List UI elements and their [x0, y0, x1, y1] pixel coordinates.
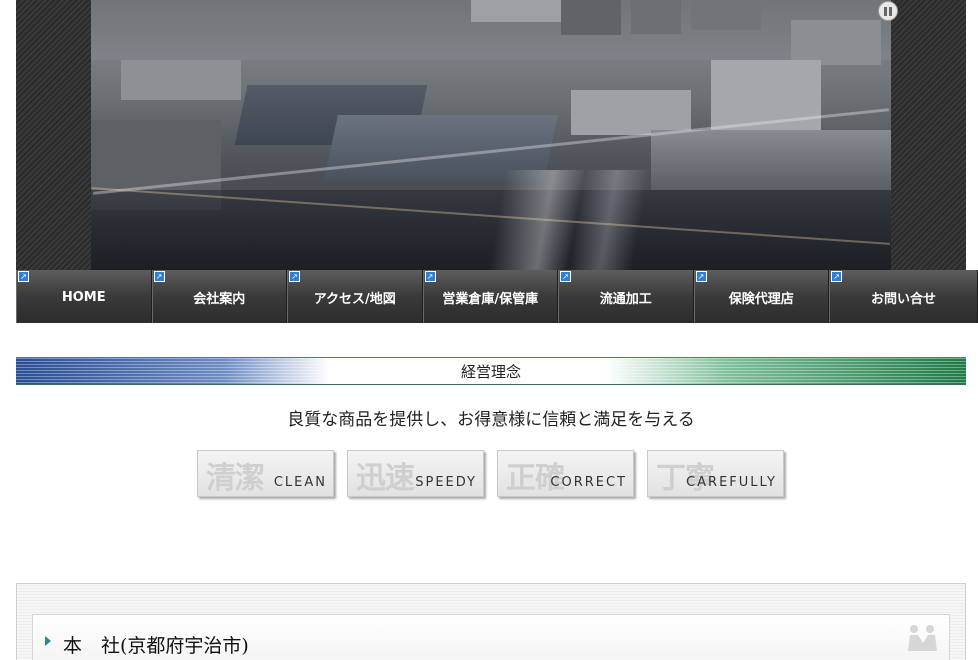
hero-banner — [16, 0, 966, 270]
arrow-icon: ↗ — [18, 271, 29, 282]
philosophy-title: 経営理念 — [460, 363, 521, 381]
value-english: CORRECT — [550, 475, 627, 490]
nav-item-label: アクセス/地図 — [313, 292, 396, 307]
value-badge-speedy: 迅速 SPEEDY — [347, 450, 484, 497]
value-english: CAREFULLY — [686, 475, 777, 490]
bullet-icon — [45, 636, 51, 646]
nav-item-company[interactable]: ↗ 会社案内 — [151, 270, 287, 323]
arrow-icon: ↗ — [289, 271, 300, 282]
nav-item-warehouse[interactable]: ↗ 営業倉庫/保管庫 — [422, 270, 558, 323]
arrow-icon: ↗ — [831, 271, 842, 282]
value-english: CLEAN — [273, 475, 327, 490]
nav-item-label: お問い合せ — [870, 292, 936, 307]
value-kanji: 迅速 — [356, 461, 415, 496]
arrow-icon: ↗ — [424, 271, 436, 282]
values-list: 清潔 CLEAN 迅速 SPEEDY 正確 CORRECT 丁寧 CAREFUL… — [197, 450, 784, 497]
arrow-icon: ↗ — [153, 271, 165, 282]
nav-item-processing[interactable]: ↗ 流通加工 — [558, 270, 694, 323]
nav-item-label: HOME — [61, 290, 106, 305]
main-nav: ↗ HOME ↗ 会社案内 ↗ アクセス/地図 ↗ 営業倉庫/保管庫 ↗ 流通加… — [16, 270, 978, 323]
nav-item-access[interactable]: ↗ アクセス/地図 — [287, 270, 423, 323]
value-badge-clean: 清潔 CLEAN — [197, 450, 334, 497]
office-title: 本 社(京都府宇治市) — [63, 635, 249, 657]
nav-item-label: 保険代理店 — [728, 292, 794, 307]
hero-image — [91, 0, 891, 270]
nav-item-label: 流通加工 — [599, 292, 652, 307]
nav-item-contact[interactable]: ↗ お問い合せ — [829, 270, 978, 323]
company-motto: 良質な商品を提供し、お得意様に信頼と満足を与える — [287, 410, 695, 430]
nav-item-home[interactable]: ↗ HOME — [16, 270, 152, 323]
philosophy-heading-bar: 経営理念 — [16, 357, 966, 385]
arrow-icon: ↗ — [695, 271, 707, 282]
value-english: SPEEDY — [415, 475, 477, 490]
arrow-icon: ↗ — [560, 271, 571, 282]
value-badge-carefully: 丁寧 CAREFULLY — [647, 450, 784, 497]
nav-item-insurance[interactable]: ↗ 保険代理店 — [693, 270, 829, 323]
handshake-icon — [908, 625, 937, 651]
office-header: 本 社(京都府宇治市) — [32, 614, 950, 660]
value-kanji: 清潔 — [206, 461, 265, 496]
office-section: 本 社(京都府宇治市) — [16, 583, 966, 660]
pause-button[interactable] — [878, 1, 898, 21]
pause-icon — [884, 6, 887, 16]
nav-item-label: 会社案内 — [193, 292, 246, 307]
nav-item-label: 営業倉庫/保管庫 — [442, 292, 539, 307]
value-badge-correct: 正確 CORRECT — [497, 450, 634, 497]
